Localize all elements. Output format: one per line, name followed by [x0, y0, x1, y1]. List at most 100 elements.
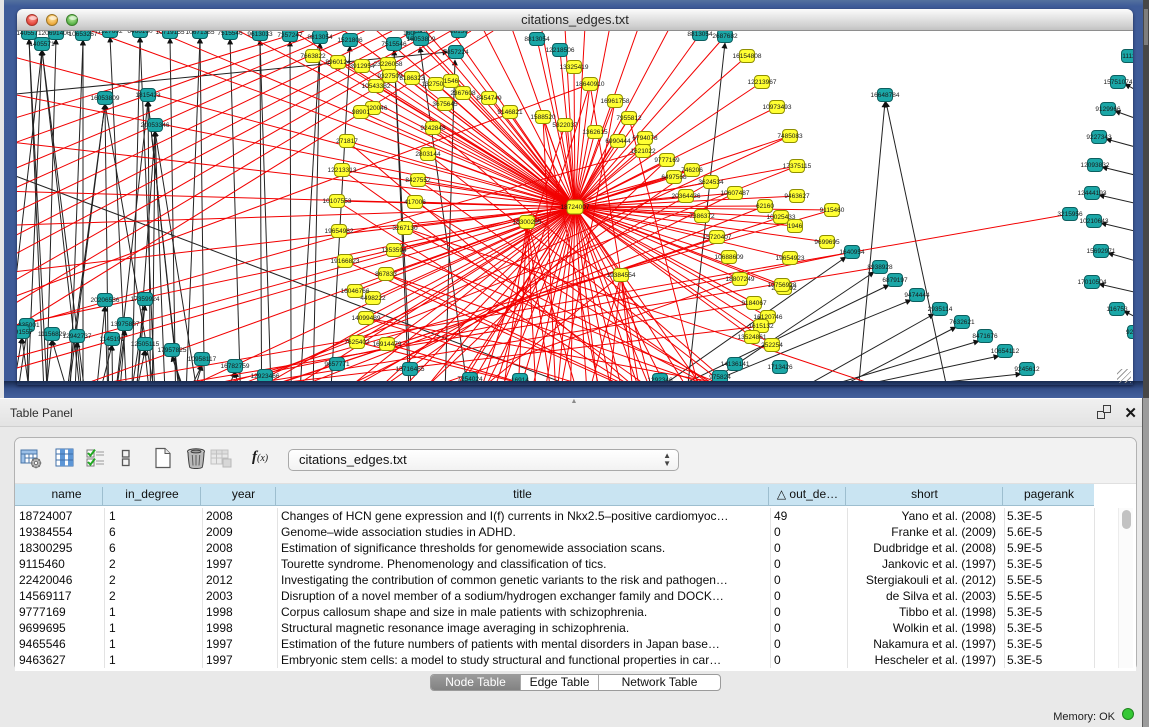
svg-text:19166823: 19166823	[331, 258, 360, 265]
svg-text:16053809: 16053809	[91, 95, 120, 102]
svg-text:7632621: 7632621	[949, 319, 975, 326]
svg-text:2803144: 2803144	[415, 151, 441, 158]
svg-text:9699695: 9699695	[814, 239, 840, 246]
svg-text:3675645: 3675645	[432, 101, 458, 108]
svg-text:10958117: 10958117	[188, 356, 217, 363]
svg-text:1815423: 1815423	[135, 92, 161, 99]
svg-text:8471676: 8471676	[972, 333, 998, 340]
svg-text:9474444: 9474444	[904, 292, 930, 299]
svg-text:1405571: 1405571	[29, 41, 55, 48]
svg-text:10688609: 10688609	[715, 254, 744, 261]
svg-text:13524861: 13524861	[738, 334, 767, 341]
svg-text:2935114: 2935114	[928, 306, 953, 313]
svg-text:13325419: 13325419	[560, 64, 589, 71]
svg-text:10654112: 10654112	[991, 348, 1020, 355]
svg-text:7625402: 7625402	[344, 339, 370, 346]
svg-text:17957825: 17957825	[158, 347, 187, 354]
svg-text:8813054: 8813054	[307, 34, 333, 41]
svg-text:1621022: 1621022	[630, 148, 656, 155]
svg-text:7955812: 7955812	[616, 115, 642, 122]
svg-text:10653267: 10653267	[69, 31, 98, 38]
svg-text:10210643: 10210643	[1080, 218, 1109, 225]
svg-text:8938928: 8938928	[867, 264, 893, 271]
svg-text:1713426: 1713426	[767, 364, 793, 371]
svg-text:16053809: 16053809	[407, 36, 436, 43]
svg-text:1405571: 1405571	[17, 31, 42, 37]
svg-text:9227343: 9227343	[1086, 134, 1112, 141]
svg-text:6466160: 6466160	[127, 31, 153, 35]
svg-text:6990444: 6990444	[605, 138, 631, 145]
svg-text:3215956: 3215956	[1057, 211, 1083, 218]
svg-text:23226058: 23226058	[374, 61, 403, 68]
svg-text:7485083: 7485083	[777, 133, 803, 140]
svg-text:8427552: 8427552	[405, 177, 431, 184]
svg-text:9613033: 9613033	[247, 31, 273, 38]
svg-text:1292346: 1292346	[647, 377, 673, 381]
svg-text:17010504: 17010504	[1078, 279, 1107, 286]
svg-text:8960124: 8960124	[325, 59, 351, 66]
svg-text:2687682: 2687682	[712, 33, 738, 40]
svg-text:8813054: 8813054	[687, 31, 713, 38]
svg-text:116753: 116753	[1106, 306, 1128, 313]
svg-text:9115460: 9115460	[820, 207, 845, 214]
svg-text:7663822: 7663822	[300, 53, 326, 60]
svg-text:417006: 417006	[404, 199, 426, 206]
svg-text:867833: 867833	[375, 271, 397, 278]
svg-text:3912954: 3912954	[349, 63, 375, 70]
svg-text:20364436: 20364436	[672, 193, 701, 200]
svg-text:17359924: 17359924	[131, 296, 160, 303]
svg-text:12923466: 12923466	[251, 373, 280, 380]
svg-text:12213313: 12213313	[328, 167, 357, 174]
svg-text:13975887: 13975887	[111, 321, 140, 328]
svg-text:17375115: 17375115	[783, 163, 812, 170]
svg-text:7386372: 7386372	[689, 213, 715, 220]
svg-text:20206536: 20206536	[91, 297, 120, 304]
svg-text:5322037: 5322037	[552, 122, 578, 129]
svg-text:62160: 62160	[756, 203, 774, 210]
svg-text:14099489: 14099489	[352, 315, 381, 322]
svg-text:1546: 1546	[444, 78, 459, 85]
svg-text:9463627: 9463627	[784, 193, 810, 200]
svg-text:10973493: 10973493	[763, 104, 792, 111]
svg-text:1145191: 1145191	[100, 336, 125, 343]
svg-text:18300295: 18300295	[513, 219, 542, 226]
svg-text:6794078: 6794078	[632, 135, 658, 142]
svg-text:746206: 746206	[681, 167, 703, 174]
svg-text:9146821: 9146821	[497, 109, 523, 116]
svg-text:271817: 271817	[336, 138, 358, 145]
svg-text:8454749: 8454749	[476, 95, 502, 102]
svg-text:10671385: 10671385	[186, 31, 215, 36]
svg-text:391557: 391557	[17, 329, 33, 336]
svg-text:10543382: 10543382	[362, 83, 391, 90]
svg-text:12444193: 12444193	[1078, 190, 1107, 197]
svg-text:9184067: 9184067	[741, 300, 767, 307]
svg-text:18807249: 18807249	[726, 276, 755, 283]
svg-text:3267130: 3267130	[392, 225, 418, 232]
svg-text:6879197: 6879197	[882, 277, 908, 284]
svg-text:16648784: 16648784	[871, 92, 900, 99]
svg-text:1946: 1946	[788, 223, 803, 230]
svg-text:6497568: 6497568	[661, 174, 687, 181]
svg-text:7515546: 7515546	[381, 41, 407, 48]
svg-text:16914: 16914	[511, 377, 529, 381]
svg-text:12093832: 12093832	[1081, 162, 1110, 169]
svg-text:12942737: 12942737	[63, 333, 92, 340]
svg-text:19654923: 19654923	[776, 255, 805, 262]
svg-text:15720407: 15720407	[703, 234, 732, 241]
svg-text:16782759: 16782759	[221, 363, 250, 370]
svg-text:10107553: 10107553	[323, 198, 352, 205]
svg-text:92450: 92450	[1126, 329, 1133, 336]
svg-text:7515546: 7515546	[217, 31, 243, 37]
svg-text:18640910: 18640910	[576, 81, 605, 88]
svg-text:10607487: 10607487	[721, 190, 750, 197]
svg-text:10719155: 10719155	[156, 31, 185, 36]
svg-text:252254: 252254	[761, 342, 783, 349]
svg-text:9245612: 9245612	[1014, 366, 1040, 373]
svg-text:9242848: 9242848	[420, 125, 446, 132]
svg-text:15716485: 15716485	[396, 366, 425, 373]
svg-text:4498222: 4498222	[360, 295, 386, 302]
svg-text:12213967: 12213967	[748, 79, 777, 86]
svg-text:15692971: 15692971	[1087, 248, 1116, 255]
svg-text:18724007: 18724007	[561, 204, 590, 211]
svg-text:1112: 1112	[1122, 53, 1133, 60]
